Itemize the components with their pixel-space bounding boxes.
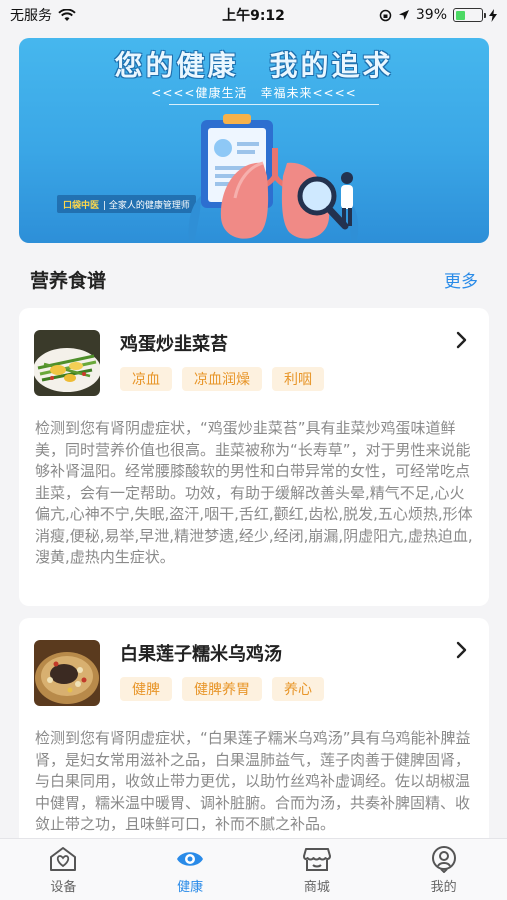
banner-title: 您的健康 我的追求: [114, 49, 394, 82]
nutrition-recipes-header: 营养食谱 更多: [30, 266, 478, 293]
carrier-label: 无服务: [10, 8, 52, 24]
tab-label: 我的: [430, 879, 457, 895]
recipe-name: 白果莲子糯米乌鸡汤: [120, 644, 282, 665]
health-eye-icon: [177, 851, 204, 866]
dish-photo-icon: [34, 330, 100, 396]
section-title: 营养食谱: [30, 270, 107, 292]
recipe-card[interactable]: 鸡蛋炒韭菜苔 凉血 凉血润燥 利咽 检测到您有肾阴虚症状，“鸡蛋炒韭菜苔”具有韭…: [19, 308, 489, 606]
recipe-tags: 健脾 健脾养胃 养心: [120, 677, 324, 701]
banner-divider: [169, 104, 379, 105]
tab-label: 商城: [303, 879, 330, 895]
banner-brand-chip: 口袋中医 | 全家人的健康管理师: [57, 195, 196, 213]
wifi-icon: [58, 8, 76, 21]
dish-photo-icon: [34, 640, 100, 706]
tab-health[interactable]: 健康: [145, 845, 235, 895]
banner-brand: 口袋中医: [63, 200, 100, 211]
recipe-tag: 健脾养胃: [182, 677, 262, 701]
status-bar: 无服务 上午9:12 39%: [0, 0, 507, 30]
lungs-illustration-icon: [188, 114, 359, 240]
status-right: 39%: [379, 7, 497, 23]
tab-store[interactable]: 商城: [272, 845, 362, 895]
tab-device[interactable]: 设备: [18, 845, 108, 895]
tab-profile[interactable]: 我的: [399, 845, 489, 895]
status-left: 无服务: [10, 5, 76, 25]
rotation-lock-icon: [379, 9, 392, 21]
store-icon: [302, 847, 331, 871]
bottom-tab-bar: 设备 健康 商城 我的: [0, 838, 507, 900]
profile-icon: [431, 845, 456, 873]
battery-fill: [455, 10, 466, 20]
recipe-description: 检测到您有肾阴虚症状，“鸡蛋炒韭菜苔”具有韭菜炒鸡蛋味道鲜美，同时营养价值也很高…: [35, 419, 473, 566]
charging-bolt-icon: [489, 8, 497, 22]
recipe-name: 鸡蛋炒韭菜苔: [120, 334, 228, 355]
more-link[interactable]: 更多: [444, 267, 478, 292]
recipe-tag: 利咽: [272, 367, 324, 391]
tab-label: 设备: [50, 879, 77, 895]
health-banner[interactable]: 您的健康 我的追求 <<<<健康生活 幸福未来<<<< 口袋中医 | 全家人的健…: [19, 38, 489, 243]
recipe-tag: 养心: [272, 677, 324, 701]
recipe-thumbnail: [34, 330, 100, 396]
chevron-right-icon[interactable]: [451, 640, 471, 660]
recipe-tag: 凉血润燥: [182, 367, 262, 391]
recipe-description: 检测到您有肾阴虚症状，“白果莲子糯米乌鸡汤”具有乌鸡能补脾益肾，是妇女常用滋补之…: [35, 729, 471, 833]
location-arrow-icon: [398, 10, 409, 20]
device-icon: [50, 846, 77, 871]
banner-brand-tagline: | 全家人的健康管理师: [103, 200, 190, 211]
recipe-tags: 凉血 凉血润燥 利咽: [120, 367, 324, 391]
recipe-thumbnail: [34, 640, 100, 706]
recipe-tag: 健脾: [120, 677, 172, 701]
battery-icon: [453, 8, 486, 22]
tab-label: 健康: [177, 879, 204, 895]
chevron-right-icon[interactable]: [451, 330, 471, 350]
recipe-tag: 凉血: [120, 367, 172, 391]
battery-percent: 39%: [415, 7, 447, 23]
banner-subtitle: <<<<健康生活 幸福未来<<<<: [151, 86, 357, 100]
